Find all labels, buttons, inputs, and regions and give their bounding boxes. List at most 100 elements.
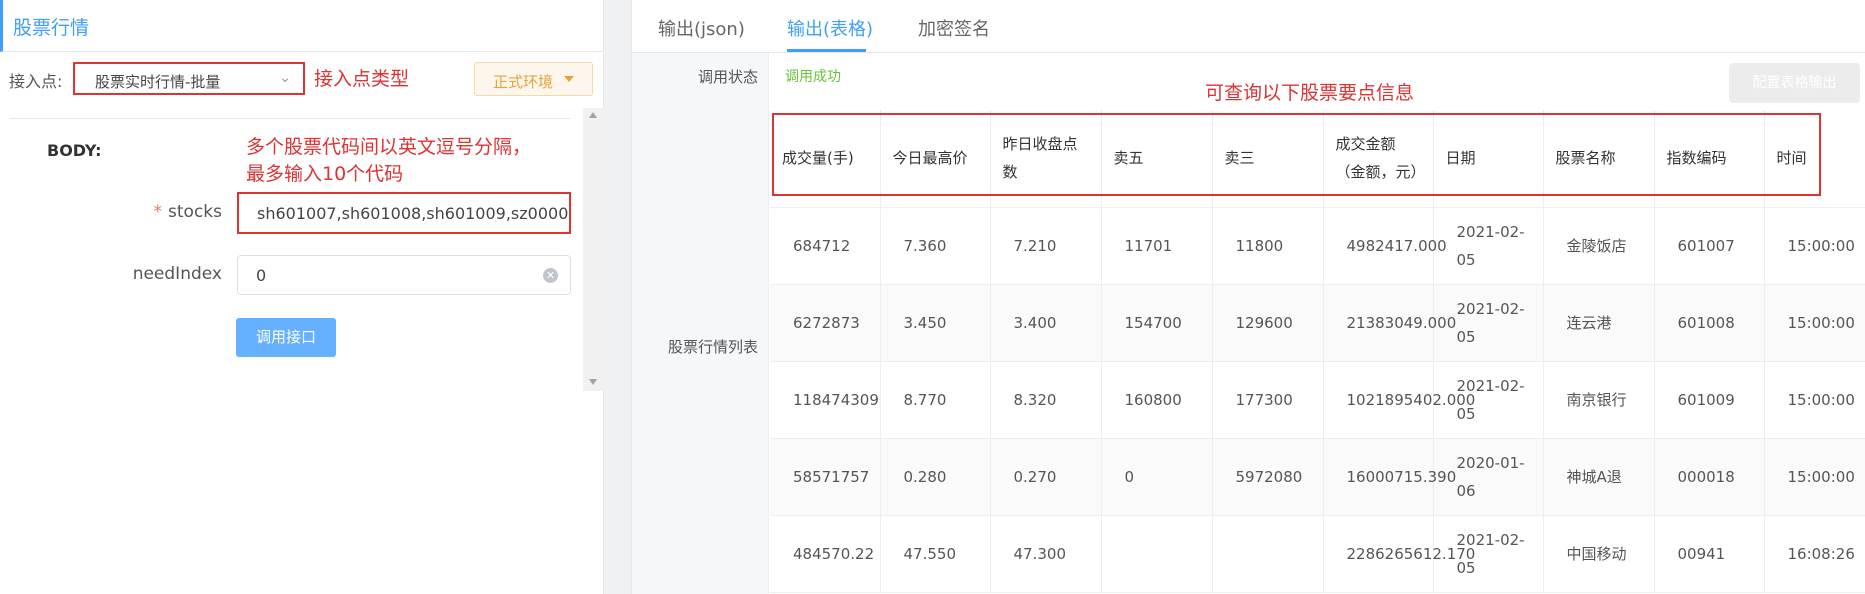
stocks-annotation-line2: 最多输入10个代码 <box>246 163 404 185</box>
table-cell: 7.210 <box>990 207 1102 285</box>
column-header: 指数编码 <box>1654 110 1765 208</box>
table-cell: 连云港 <box>1543 284 1655 362</box>
stocks-input-value: sh601007,sh601008,sh601009,sz000018 <box>257 204 571 223</box>
tab-table-output[interactable]: 输出(表格) <box>787 15 873 41</box>
column-header: 卖三 <box>1212 110 1324 208</box>
table-cell: 47.550 <box>880 515 991 593</box>
table-cell: 南京银行 <box>1543 361 1655 439</box>
access-point-label: 接入点: <box>9 72 63 91</box>
body-section-label: BODY: <box>47 141 102 160</box>
column-header: 成交金额（金额，元） <box>1323 110 1434 208</box>
table-cell <box>1212 515 1324 593</box>
needIndex-label: needIndex <box>72 264 222 284</box>
call-status-value: 调用成功 <box>785 69 841 85</box>
table-cell: 0 <box>1101 438 1213 516</box>
column-header: 今日最高价 <box>880 110 991 208</box>
call-status-label: 调用状态 <box>698 68 759 86</box>
table-cell: 484570.22 <box>770 515 881 593</box>
form-scrollbar[interactable] <box>583 108 604 391</box>
table-cell: 11800 <box>1212 207 1324 285</box>
access-point-annotation: 接入点类型 <box>314 68 410 90</box>
table-cell: 3.400 <box>990 284 1102 362</box>
stocks-label-text: stocks <box>168 202 222 222</box>
request-panel: 股票行情 接入点: 股票实时行情-批量 ⌄ 接入点类型 正式环境 BODY: 多… <box>0 0 604 594</box>
table-cell: 6272873 <box>770 284 881 362</box>
call-api-button[interactable]: 调用接口 <box>236 318 336 357</box>
tab-signature[interactable]: 加密签名 <box>918 15 990 41</box>
table-cell: 7.360 <box>880 207 991 285</box>
table-cell: 2021-02-05 <box>1433 207 1544 285</box>
table-header-row: 成交量(手) 今日最高价 昨日收盘点数 卖五 卖三 成交金额（金额，元） 日期 … <box>770 110 1865 208</box>
table-cell: 601007 <box>1654 207 1765 285</box>
table-cell: 00941 <box>1654 515 1765 593</box>
environment-label: 正式环境 <box>493 73 554 91</box>
table-cell: 中国移动 <box>1543 515 1655 593</box>
clear-icon[interactable]: ✕ <box>543 268 558 283</box>
divider <box>10 118 570 119</box>
table-cell: 3.450 <box>880 284 991 362</box>
table-row: 118474309 8.770 8.320 160800 177300 1021… <box>770 361 1865 439</box>
table-cell: 神城A退 <box>1543 438 1655 516</box>
stock-table-container[interactable]: 成交量(手) 今日最高价 昨日收盘点数 卖五 卖三 成交金额（金额，元） 日期 … <box>770 110 1865 594</box>
column-header: 日期 <box>1433 110 1544 208</box>
table-cell: 5972080 <box>1212 438 1324 516</box>
needIndex-label-text: needIndex <box>132 264 222 284</box>
table-cell: 601009 <box>1654 361 1765 439</box>
table-cell: 0.270 <box>990 438 1102 516</box>
column-header: 股票名称 <box>1543 110 1655 208</box>
table-cell: 4982417.000 <box>1323 207 1447 285</box>
table-row: 684712 7.360 7.210 11701 11800 4982417.0… <box>770 207 1865 285</box>
environment-dropdown-button[interactable]: 正式环境 <box>474 62 593 96</box>
table-annotation: 可查询以下股票要点信息 <box>1205 82 1415 104</box>
scroll-down-icon[interactable] <box>589 379 597 385</box>
table-cell: 000018 <box>1654 438 1765 516</box>
table-cell: 58571757 <box>770 438 881 516</box>
table-cell: 601008 <box>1654 284 1765 362</box>
needIndex-input-value: 0 <box>256 266 267 285</box>
table-cell: 684712 <box>770 207 881 285</box>
table-cell: 16:08:26 <box>1764 515 1865 593</box>
table-cell: 0.280 <box>880 438 991 516</box>
table-cell: 154700 <box>1101 284 1213 362</box>
table-cell: 2286265612.170 <box>1323 515 1475 593</box>
panel-header: 股票行情 <box>0 0 604 52</box>
table-cell: 15:00:00 <box>1764 207 1865 285</box>
table-cell: 177300 <box>1212 361 1324 439</box>
table-cell: 15:00:00 <box>1764 284 1865 362</box>
table-cell: 15:00:00 <box>1764 361 1865 439</box>
table-cell: 160800 <box>1101 361 1213 439</box>
table-cell: 11701 <box>1101 207 1213 285</box>
column-header: 时间 <box>1764 110 1865 208</box>
needIndex-input[interactable]: 0 ✕ <box>237 255 571 295</box>
table-cell: 16000715.390 <box>1323 438 1456 516</box>
configure-table-output-button[interactable]: 配置表格输出 <box>1729 63 1860 103</box>
access-point-select[interactable]: 股票实时行情-批量 ⌄ <box>73 62 305 95</box>
scroll-up-icon[interactable] <box>589 112 597 118</box>
chevron-down-icon: ⌄ <box>279 70 291 86</box>
table-cell <box>1101 515 1213 593</box>
table-cell: 21383049.000 <box>1323 284 1456 362</box>
required-mark: * <box>153 202 163 222</box>
column-header: 昨日收盘点数 <box>990 110 1102 208</box>
table-cell: 15:00:00 <box>1764 438 1865 516</box>
stock-list-label: 股票行情列表 <box>668 338 759 356</box>
stocks-input[interactable]: sh601007,sh601008,sh601009,sz000018 <box>237 192 571 234</box>
tab-json-output[interactable]: 输出(json) <box>658 15 745 41</box>
stocks-label: * stocks <box>72 202 222 222</box>
table-cell: 8.770 <box>880 361 991 439</box>
stocks-annotation-line1: 多个股票代码间以英文逗号分隔， <box>246 136 532 158</box>
table-cell: 47.300 <box>990 515 1102 593</box>
table-row: 58571757 0.280 0.270 0 5972080 16000715.… <box>770 438 1865 516</box>
table-row: 484570.22 47.550 47.300 2286265612.170 2… <box>770 515 1865 593</box>
label-column <box>632 53 769 594</box>
table-cell: 1021895402.000 <box>1323 361 1475 439</box>
column-header: 卖五 <box>1101 110 1213 208</box>
access-point-value: 股票实时行情-批量 <box>95 73 221 91</box>
table-cell: 8.320 <box>990 361 1102 439</box>
active-tab-indicator <box>787 49 866 52</box>
stock-quote-table: 成交量(手) 今日最高价 昨日收盘点数 卖五 卖三 成交金额（金额，元） 日期 … <box>770 110 1865 593</box>
output-tabs: 输出(json) 输出(表格) 加密签名 <box>632 0 1865 53</box>
response-panel: 输出(json) 输出(表格) 加密签名 调用状态 调用成功 配置表格输出 可查… <box>631 0 1865 594</box>
table-cell: 金陵饭店 <box>1543 207 1655 285</box>
table-row: 6272873 3.450 3.400 154700 129600 213830… <box>770 284 1865 362</box>
